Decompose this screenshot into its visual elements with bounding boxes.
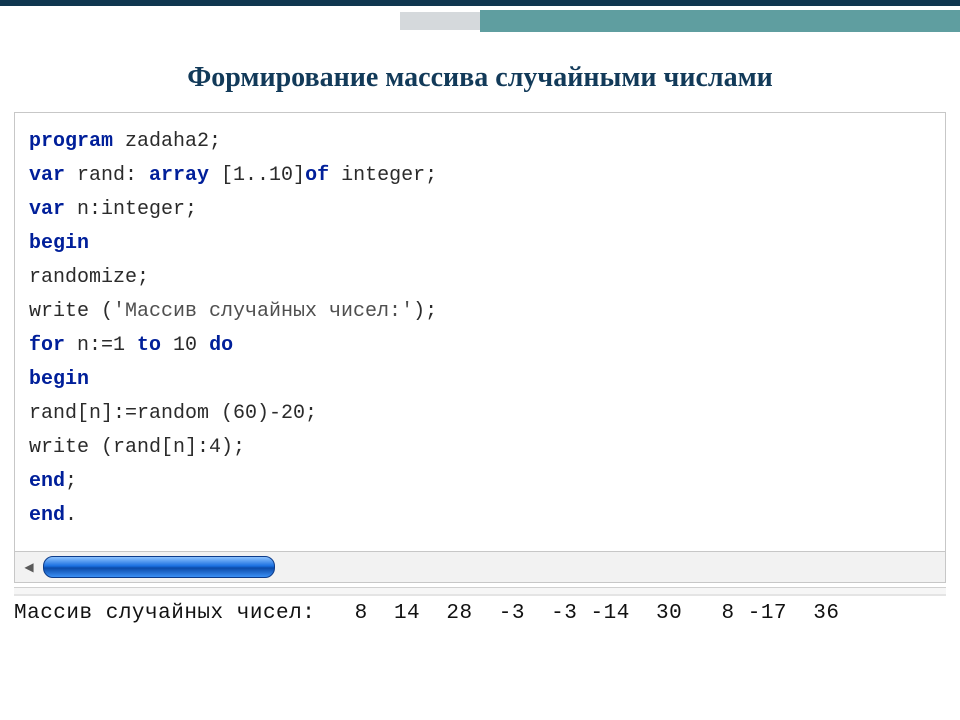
string-literal: 'Массив случайных чисел:' [113,300,413,323]
keyword-end: end [29,504,65,527]
keyword-array: array [149,164,209,187]
keyword-do: do [209,334,233,357]
code-editor: program zadaha2; var rand: array [1..10]… [14,112,946,583]
code-text: . [65,504,77,527]
code-text: [1..10] [209,164,305,187]
keyword-of: of [305,164,329,187]
keyword-begin: begin [29,232,89,255]
keyword-program: program [29,130,113,153]
scrollbar-thumb[interactable] [43,556,275,578]
pane-divider[interactable] [14,587,946,596]
keyword-to: to [137,334,161,357]
code-text: zadaha2; [113,130,221,153]
scroll-left-icon[interactable]: ◀ [21,559,37,575]
decorative-top-bar [0,0,960,36]
code-text: write ( [29,300,113,323]
code-text: rand: [65,164,149,187]
keyword-var: var [29,164,65,187]
code-text: randomize; [29,266,149,289]
code-text: n:=1 [65,334,137,357]
code-text: write (rand[n]:4); [29,436,245,459]
keyword-for: for [29,334,65,357]
code-text: ; [65,470,77,493]
code-text: 10 [161,334,209,357]
keyword-begin: begin [29,368,89,391]
keyword-end: end [29,470,65,493]
code-text: ); [413,300,437,323]
code-text: n:integer; [65,198,197,221]
keyword-var: var [29,198,65,221]
program-output: Массив случайных чисел: 8 14 28 -3 -3 -1… [14,602,946,625]
code-text: rand[n]:=random (60)-20; [29,402,317,425]
code-content[interactable]: program zadaha2; var rand: array [1..10]… [15,113,945,551]
decorative-strip [400,12,480,30]
page-title: Формирование массива случайными числами [0,62,960,94]
code-text: integer; [329,164,437,187]
horizontal-scrollbar[interactable]: ◀ [15,551,945,582]
